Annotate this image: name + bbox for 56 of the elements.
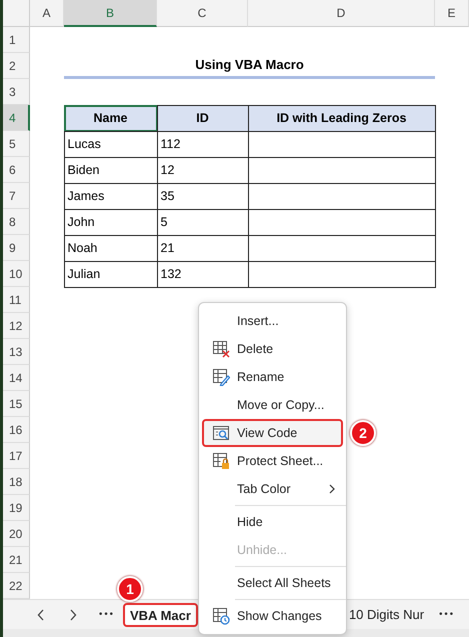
table-header-cell: ID: [156, 104, 248, 132]
step-badge: 2: [350, 420, 376, 446]
row-header[interactable]: 19: [3, 495, 30, 521]
view-code-icon: [212, 424, 230, 442]
menu-item[interactable]: Protect Sheet...: [202, 447, 343, 475]
row-header[interactable]: 14: [3, 365, 30, 391]
row-header[interactable]: 15: [3, 391, 30, 417]
row-header[interactable]: 16: [3, 417, 30, 443]
row-header[interactable]: 13: [3, 339, 30, 365]
column-header[interactable]: A: [30, 0, 64, 27]
menu-item[interactable]: Hide: [202, 508, 343, 536]
row-header[interactable]: 8: [3, 209, 30, 235]
row-header[interactable]: 21: [3, 547, 30, 573]
sheet-tab[interactable]: VBA Macr: [123, 602, 198, 626]
protect-sheet-icon: [212, 452, 230, 470]
row-header[interactable]: 22: [3, 573, 30, 599]
table-cell: Julian: [64, 260, 158, 288]
table-cell: Lucas: [64, 130, 158, 158]
row-header[interactable]: 11: [3, 287, 30, 313]
row-header[interactable]: 12: [3, 313, 30, 339]
column-header[interactable]: E: [435, 0, 469, 27]
row-header[interactable]: 4: [3, 105, 30, 131]
menu-item[interactable]: Select All Sheets: [202, 569, 343, 597]
more-sheets-button[interactable]: •••: [89, 602, 123, 626]
row-header[interactable]: 5: [3, 131, 30, 157]
more-sheets-button[interactable]: •••: [429, 602, 464, 626]
table-header-cell: ID with Leading Zeros: [248, 104, 436, 132]
row-header[interactable]: 1: [3, 27, 30, 53]
row-header[interactable]: 7: [3, 183, 30, 209]
rename-sheet-icon: [212, 368, 230, 386]
menu-item[interactable]: Rename: [202, 363, 343, 391]
menu-item[interactable]: Move or Copy...: [202, 391, 343, 419]
sheet-tab[interactable]: 10 Digits Nur: [344, 602, 430, 626]
menu-item[interactable]: Tab Color: [202, 475, 343, 503]
menu-item[interactable]: Insert...: [202, 307, 343, 335]
chevron-right-icon: [69, 608, 77, 620]
show-changes-icon: [212, 607, 230, 625]
chevron-left-icon: [37, 608, 45, 620]
menu-item[interactable]: Show Changes: [202, 602, 343, 630]
table-header-cell: Name: [64, 104, 158, 132]
menu-item[interactable]: Delete: [202, 335, 343, 363]
row-header[interactable]: 6: [3, 157, 30, 183]
step-badge: 1: [117, 576, 143, 602]
row-header[interactable]: 10: [3, 261, 30, 287]
row-header[interactable]: 9: [3, 235, 30, 261]
menu-item[interactable]: View Code: [202, 419, 343, 447]
row-header[interactable]: 2: [3, 53, 30, 79]
row-header[interactable]: 20: [3, 521, 30, 547]
sheet-title: Using VBA Macro: [64, 53, 435, 79]
row-header[interactable]: 18: [3, 469, 30, 495]
column-header[interactable]: B: [64, 0, 157, 27]
delete-sheet-icon: [212, 340, 230, 358]
column-header[interactable]: C: [157, 0, 248, 27]
row-header[interactable]: 17: [3, 443, 30, 469]
row-header[interactable]: 3: [3, 79, 30, 105]
column-header[interactable]: D: [248, 0, 435, 27]
